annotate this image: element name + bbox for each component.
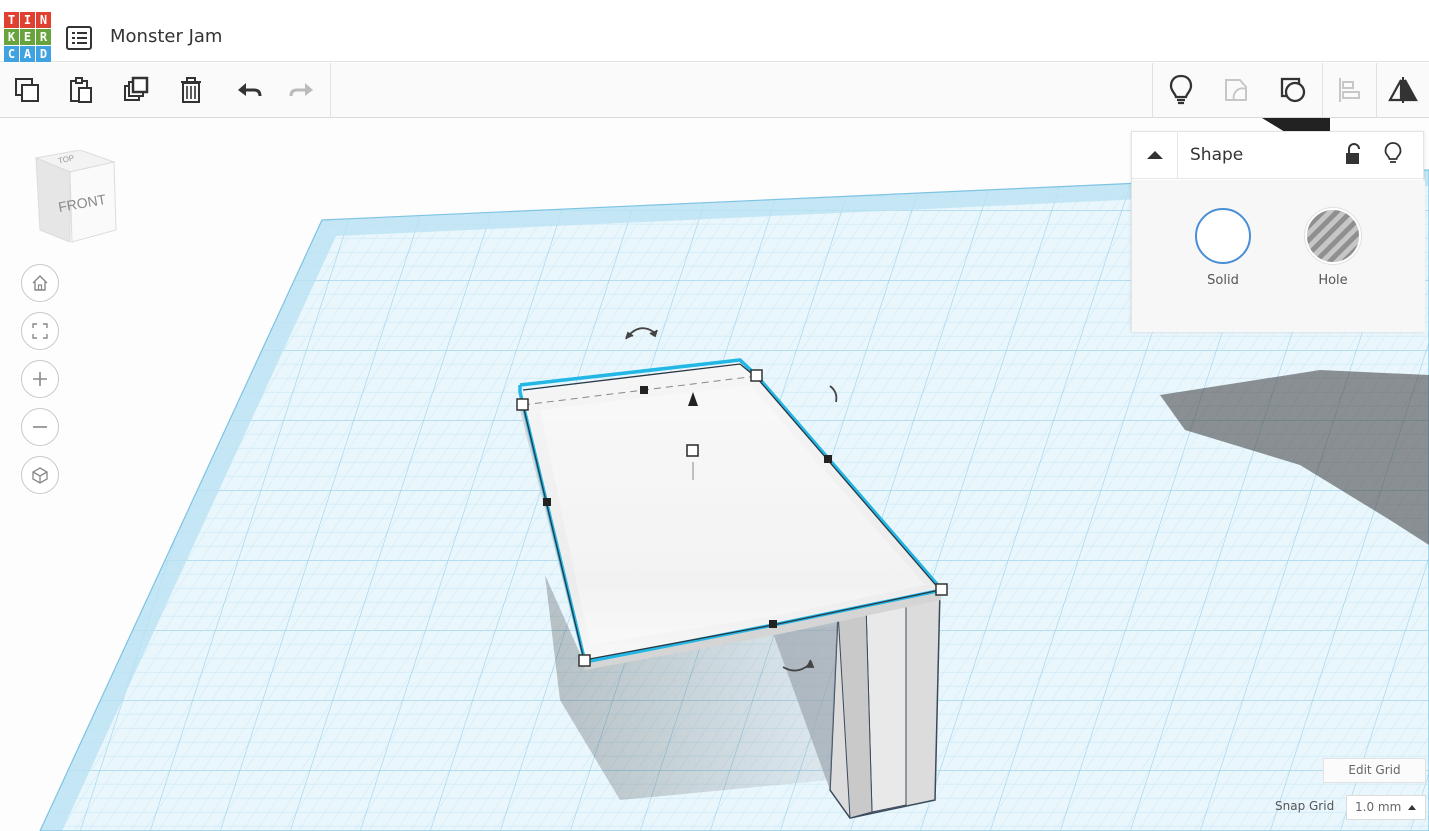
align-icon[interactable] — [1332, 73, 1366, 107]
shape-panel-header: Shape — [1132, 132, 1425, 179]
logo-letter: I — [20, 12, 35, 28]
logo-letter: N — [36, 12, 51, 28]
ungroup-icon[interactable] — [1276, 73, 1310, 107]
redo-icon[interactable] — [285, 73, 319, 107]
visibility-bulb-icon[interactable] — [1382, 141, 1404, 167]
logo-letter: E — [20, 29, 35, 45]
title-bar: T I N K E R C A D Monster Jam — [0, 0, 1429, 62]
group-icon[interactable] — [1220, 73, 1254, 107]
edit-grid-button[interactable]: Edit Grid — [1323, 758, 1426, 783]
logo-letter: C — [4, 46, 19, 62]
delete-icon[interactable] — [174, 73, 208, 107]
logo-letter: D — [36, 46, 51, 62]
logo-letter: A — [20, 46, 35, 62]
mirror-icon[interactable] — [1386, 73, 1420, 107]
duplicate-icon[interactable] — [120, 73, 154, 107]
shape-panel-body: Solid Hole — [1132, 180, 1425, 332]
solid-label: Solid — [1207, 273, 1239, 288]
fit-view-icon[interactable] — [21, 312, 59, 350]
shape-panel: Shape Solid Hole — [1131, 131, 1425, 332]
logo-letter: R — [36, 29, 51, 45]
snap-grid-label: Snap Grid — [1275, 799, 1335, 813]
solid-option[interactable]: Solid — [1188, 208, 1258, 288]
toolbar — [0, 63, 1429, 118]
ortho-view-icon[interactable] — [21, 456, 59, 494]
paste-icon[interactable] — [64, 73, 98, 107]
zoom-out-icon[interactable] — [21, 408, 59, 446]
caret-up-icon — [1408, 805, 1416, 810]
solid-swatch[interactable] — [1195, 208, 1251, 264]
home-view-icon[interactable] — [21, 264, 59, 302]
copy-icon[interactable] — [10, 73, 44, 107]
lock-icon[interactable] — [1342, 142, 1364, 166]
hole-swatch[interactable] — [1305, 208, 1361, 264]
tinkercad-logo[interactable]: T I N K E R C A D — [4, 12, 52, 64]
logo-letter: K — [4, 29, 19, 45]
project-title[interactable]: Monster Jam — [110, 26, 222, 47]
undo-icon[interactable] — [232, 73, 266, 107]
hole-option[interactable]: Hole — [1298, 208, 1368, 288]
snap-grid-value: 1.0 mm — [1355, 800, 1402, 814]
shape-panel-title: Shape — [1190, 145, 1244, 165]
zoom-in-icon[interactable] — [21, 360, 59, 398]
hole-label: Hole — [1318, 273, 1348, 288]
collapse-panel-icon[interactable] — [1132, 132, 1178, 179]
design-menu-icon[interactable] — [66, 26, 92, 50]
lightbulb-icon[interactable] — [1164, 73, 1198, 107]
view-cube[interactable]: TOP FRONT — [30, 149, 120, 245]
snap-grid-select[interactable]: 1.0 mm — [1346, 795, 1426, 820]
logo-letter: T — [4, 12, 19, 28]
